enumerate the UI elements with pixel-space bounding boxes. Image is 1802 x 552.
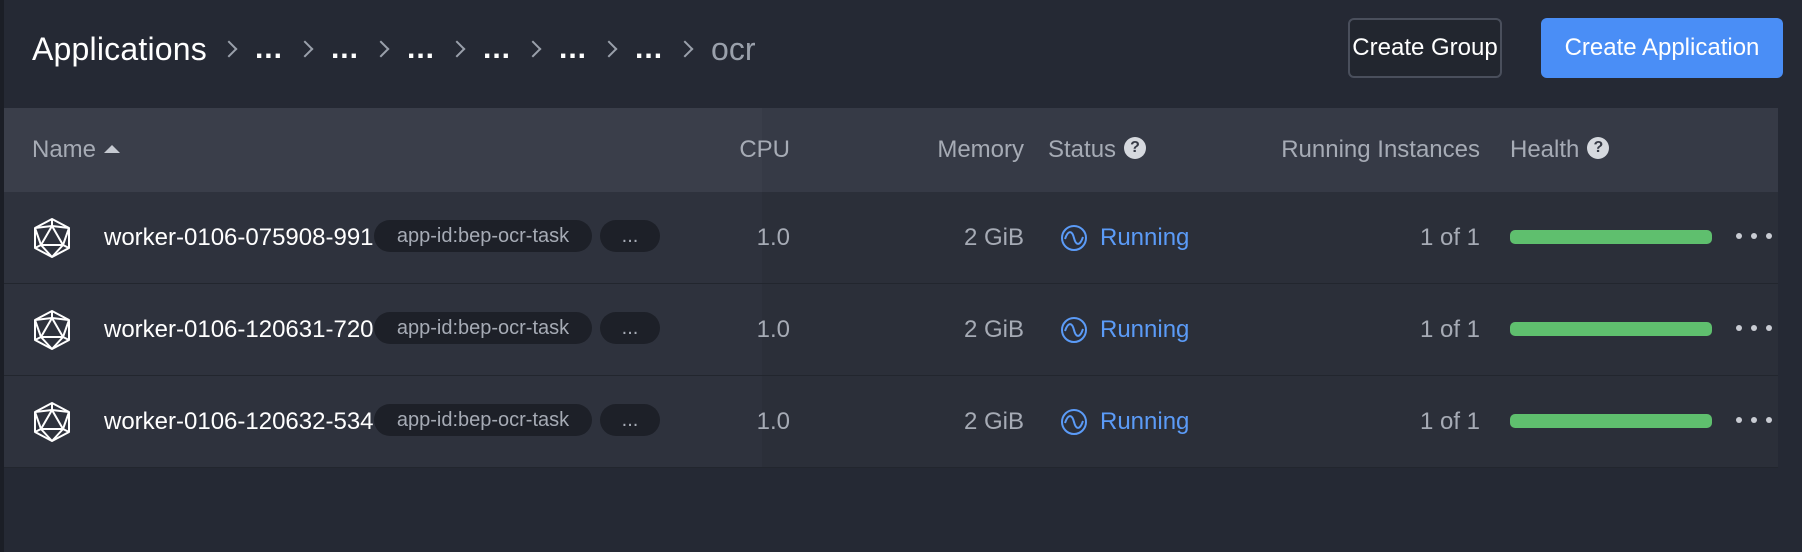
cpu-value: 1.0 [756,223,790,251]
column-header-label: Name [32,136,97,163]
running-wave-icon [1061,408,1087,435]
breadcrumb-collapsed-item[interactable]: ... [559,32,587,66]
table-header: Name CPU Memory Status ? Running Instanc… [4,108,1778,192]
column-header-label: Memory [937,136,1024,163]
chevron-right-icon [448,40,466,58]
column-header-label: CPU [739,136,790,163]
breadcrumb-collapsed-item[interactable]: ... [255,32,283,66]
status-cell: Running [1060,284,1189,375]
polyhedron-icon [32,376,74,467]
applications-table: Name CPU Memory Status ? Running Instanc… [4,108,1778,468]
memory-value: 2 GiB [963,407,1024,435]
polyhedron-icon [32,284,74,375]
column-header-name[interactable]: Name [32,108,121,192]
instances-value: 1 of 1 [1419,223,1480,251]
instances-value: 1 of 1 [1419,315,1480,343]
column-header-cpu[interactable]: CPU [694,108,790,192]
chevron-right-icon [676,40,694,58]
status-text: Running [1100,223,1190,251]
memory-value: 2 GiB [963,315,1024,343]
column-header-label: Health [1510,136,1580,163]
status-text: Running [1100,315,1190,343]
more-horizontal-icon[interactable] [1736,320,1772,336]
column-header-status[interactable]: Status ? [1048,108,1147,192]
breadcrumb-collapsed-item[interactable]: ... [483,32,511,66]
instances-value: 1 of 1 [1419,407,1480,435]
sort-ascending-icon [104,145,121,153]
chevron-right-icon [600,40,618,58]
table-body: worker-0106-075908-991 app-id:bep-ocr-ta… [4,192,1778,468]
more-horizontal-icon[interactable] [1736,228,1772,244]
cpu-value: 1.0 [756,407,790,435]
breadcrumb-root[interactable]: Applications [32,31,207,68]
column-header-label: Status [1048,136,1117,163]
table-row[interactable]: worker-0106-075908-991 app-id:bep-ocr-ta… [4,192,1778,284]
app-label-tag[interactable]: app-id:bep-ocr-task [374,220,592,252]
cpu-value: 1.0 [756,315,790,343]
empty-area [4,468,1802,552]
more-labels-tag[interactable]: ... [600,404,660,436]
page-header: Applications ... ... ... ... ... ... ocr… [4,0,1802,108]
column-header-health[interactable]: Health ? [1510,108,1610,192]
status-text: Running [1100,407,1190,435]
memory-value: 2 GiB [963,223,1024,251]
table-row[interactable]: worker-0106-120631-720 app-id:bep-ocr-ta… [4,284,1778,376]
health-bar [1510,414,1712,428]
app-name-link[interactable]: worker-0106-120631-720 [104,284,374,375]
health-bar [1510,230,1712,244]
app-label-tag[interactable]: app-id:bep-ocr-task [374,312,592,344]
create-application-button[interactable]: Create Application [1541,18,1783,78]
create-group-button[interactable]: Create Group [1348,18,1502,78]
help-circle-icon[interactable]: ? [1124,137,1147,159]
polyhedron-icon [32,192,74,283]
chevron-right-icon [220,40,238,58]
breadcrumb-current: ocr [711,30,756,67]
app-name-link[interactable]: worker-0106-075908-991 [104,192,374,283]
more-horizontal-icon[interactable] [1736,412,1772,428]
running-wave-icon [1061,224,1087,251]
column-header-label: Running Instances [1281,136,1480,163]
more-labels-tag[interactable]: ... [600,220,660,252]
chevron-right-icon [296,40,314,58]
breadcrumb: Applications ... ... ... ... ... ... ocr [32,24,756,74]
breadcrumb-collapsed-item[interactable]: ... [407,32,435,66]
help-circle-icon[interactable]: ? [1587,137,1610,159]
chevron-right-icon [372,40,390,58]
status-cell: Running [1060,376,1189,467]
health-bar [1510,322,1712,336]
column-header-memory[interactable]: Memory [854,108,1024,192]
more-labels-tag[interactable]: ... [600,312,660,344]
chevron-right-icon [524,40,542,58]
table-row[interactable]: worker-0106-120632-534 app-id:bep-ocr-ta… [4,376,1778,468]
app-name-link[interactable]: worker-0106-120632-534 [104,376,374,467]
breadcrumb-collapsed-item[interactable]: ... [635,32,663,66]
app-label-tag[interactable]: app-id:bep-ocr-task [374,404,592,436]
column-header-running-instances[interactable]: Running Instances [1224,108,1480,192]
status-cell: Running [1060,192,1189,283]
running-wave-icon [1061,316,1087,343]
breadcrumb-collapsed-item[interactable]: ... [331,32,359,66]
